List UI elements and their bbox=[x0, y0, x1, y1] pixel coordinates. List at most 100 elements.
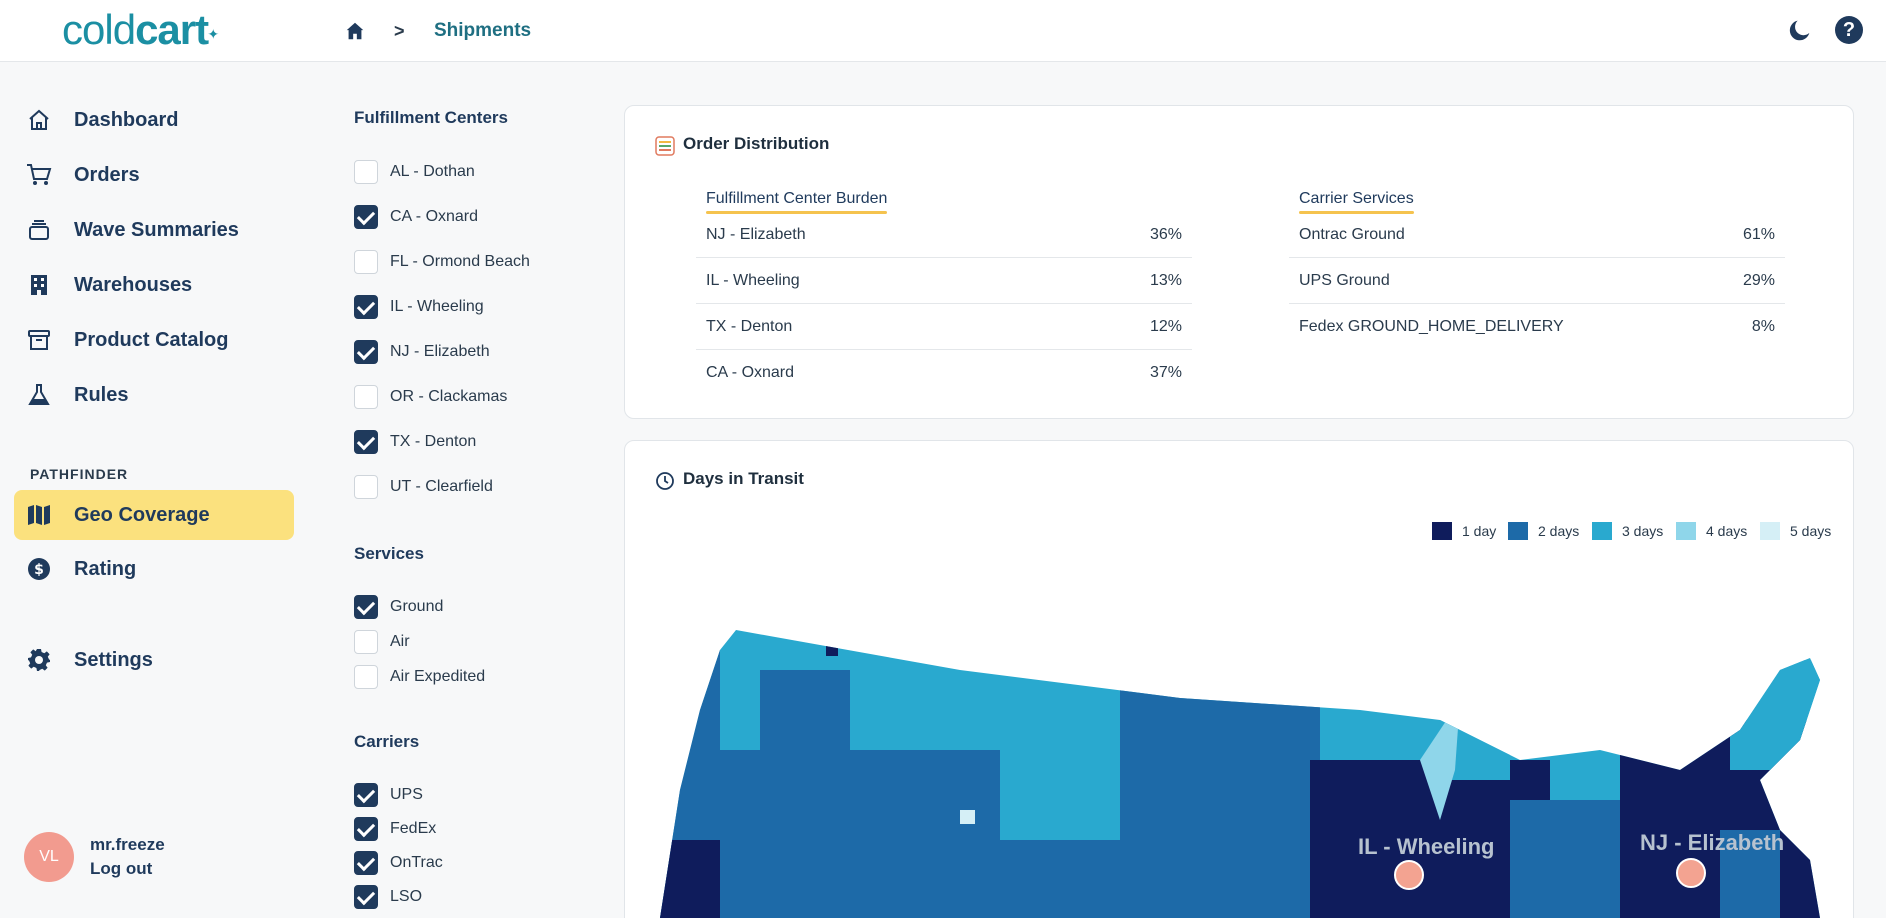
checkbox-label: AL - Dothan bbox=[390, 163, 475, 180]
checkbox[interactable] bbox=[354, 475, 378, 499]
svg-text:$: $ bbox=[34, 562, 44, 578]
top-bar: coldcart ✦ > Shipments ? bbox=[0, 0, 1886, 62]
burden-value: 37% bbox=[1149, 364, 1182, 381]
carrier-checkbox-fedex[interactable]: FedEx bbox=[354, 815, 436, 843]
burden-name: NJ - Elizabeth bbox=[706, 225, 806, 243]
legend-4-days: 4 days bbox=[1676, 522, 1747, 540]
checkbox[interactable] bbox=[354, 665, 378, 689]
sidebar-item-orders[interactable]: Orders bbox=[14, 151, 294, 199]
sidebar-item-warehouses[interactable]: Warehouses bbox=[14, 261, 294, 309]
fc-checkbox-nj-elizabeth[interactable]: NJ - Elizabeth bbox=[354, 338, 490, 366]
dollar-icon: $ bbox=[14, 557, 64, 581]
sidebar-item-dashboard[interactable]: Dashboard bbox=[14, 96, 294, 144]
checkbox[interactable] bbox=[354, 595, 378, 619]
user-name: mr.freeze bbox=[90, 835, 165, 854]
fc-checkbox-al-dothan[interactable]: AL - Dothan bbox=[354, 158, 475, 186]
checkbox[interactable] bbox=[354, 851, 378, 875]
breadcrumb-separator: > bbox=[394, 20, 405, 41]
sidebar-item-rules[interactable]: Rules bbox=[14, 371, 294, 419]
logout-link[interactable]: Log out bbox=[90, 859, 165, 879]
sidebar-item-product-catalog[interactable]: Product Catalog bbox=[14, 316, 294, 364]
service-checkbox-ground[interactable]: Ground bbox=[354, 593, 443, 621]
carrier-value: 8% bbox=[1751, 318, 1775, 335]
list-icon bbox=[655, 136, 675, 156]
sidebar-item-label: Orders bbox=[74, 163, 140, 186]
order-distribution-card: Order Distribution Fulfillment Center Bu… bbox=[624, 105, 1854, 419]
clock-icon bbox=[655, 471, 675, 491]
table-row: IL - Wheeling 13% bbox=[696, 258, 1192, 304]
sidebar-item-rating[interactable]: $ Rating bbox=[14, 545, 294, 593]
fulfillment-centers-title: Fulfillment Centers bbox=[354, 108, 508, 127]
checkbox[interactable] bbox=[354, 885, 378, 909]
checkbox-label: CA - Oxnard bbox=[390, 208, 479, 225]
logo[interactable]: coldcart ✦ bbox=[62, 6, 219, 54]
legend-swatch bbox=[1676, 522, 1696, 540]
avatar[interactable]: VL bbox=[24, 832, 74, 882]
services-title: Services bbox=[354, 544, 424, 563]
map-icon bbox=[14, 504, 64, 526]
sidebar-item-wave-summaries[interactable]: Wave Summaries bbox=[14, 206, 294, 254]
logo-text-cart: cart bbox=[135, 6, 209, 53]
home-icon bbox=[14, 108, 64, 132]
map-marker-nj-elizabeth[interactable] bbox=[1676, 858, 1706, 888]
sidebar-item-settings[interactable]: Settings bbox=[14, 636, 294, 684]
checkbox[interactable] bbox=[354, 430, 378, 454]
carrier-checkbox-ups[interactable]: UPS bbox=[354, 781, 423, 809]
archive-icon bbox=[14, 328, 64, 352]
service-checkbox-air[interactable]: Air bbox=[354, 628, 410, 656]
legend-1-day: 1 day bbox=[1432, 522, 1496, 540]
legend-label: 3 days bbox=[1622, 523, 1664, 539]
transit-map[interactable]: IL - Wheeling NJ - Elizabeth bbox=[660, 610, 1840, 918]
checkbox[interactable] bbox=[354, 385, 378, 409]
sidebar-item-label: Rating bbox=[74, 557, 137, 580]
checkbox[interactable] bbox=[354, 205, 378, 229]
checkbox[interactable] bbox=[354, 340, 378, 364]
pathfinder-section-label: PATHFINDER bbox=[30, 466, 129, 482]
building-icon bbox=[14, 273, 64, 297]
service-checkbox-air-expedited[interactable]: Air Expedited bbox=[354, 663, 485, 691]
carrier-value: 61% bbox=[1742, 225, 1775, 243]
checkbox[interactable] bbox=[354, 817, 378, 841]
checkbox-label: Air bbox=[390, 633, 410, 650]
flask-icon bbox=[14, 383, 64, 407]
checkbox-label: TX - Denton bbox=[390, 433, 477, 450]
breadcrumb-current: Shipments bbox=[434, 20, 532, 41]
fc-checkbox-ca-oxnard[interactable]: CA - Oxnard bbox=[354, 203, 478, 231]
legend-swatch bbox=[1508, 522, 1528, 540]
dark-mode-moon-icon[interactable] bbox=[1786, 16, 1814, 44]
checkbox[interactable] bbox=[354, 250, 378, 274]
carrier-checkbox-ontrac[interactable]: OnTrac bbox=[354, 849, 443, 877]
sidebar-item-geo-coverage[interactable]: Geo Coverage bbox=[14, 490, 294, 540]
sidebar: Dashboard Orders Wave Summaries Warehous… bbox=[0, 62, 310, 918]
checkbox-label: OnTrac bbox=[390, 854, 443, 871]
fc-checkbox-tx-denton[interactable]: TX - Denton bbox=[354, 428, 476, 456]
us-map-svg bbox=[660, 630, 1820, 918]
checkbox-label: FL - Ormond Beach bbox=[390, 253, 530, 270]
checkbox[interactable] bbox=[354, 630, 378, 654]
carrier-name: UPS Ground bbox=[1299, 271, 1390, 289]
help-icon[interactable]: ? bbox=[1835, 16, 1863, 44]
carrier-checkbox-lso[interactable]: LSO bbox=[354, 883, 422, 911]
legend-label: 2 days bbox=[1538, 523, 1580, 539]
checkbox[interactable] bbox=[354, 160, 378, 184]
fc-checkbox-il-wheeling[interactable]: IL - Wheeling bbox=[354, 293, 484, 321]
checkbox-label: FedEx bbox=[390, 820, 437, 837]
legend-5-days: 5 days bbox=[1760, 522, 1831, 540]
checkbox[interactable] bbox=[354, 295, 378, 319]
map-marker-il-wheeling[interactable] bbox=[1394, 860, 1424, 890]
table-row: CA - Oxnard 37% bbox=[696, 350, 1192, 396]
layers-icon bbox=[14, 218, 64, 242]
fc-checkbox-or-clackamas[interactable]: OR - Clackamas bbox=[354, 383, 507, 411]
checkbox-label: OR - Clackamas bbox=[390, 388, 508, 405]
burden-value: 12% bbox=[1149, 317, 1182, 335]
legend-swatch bbox=[1760, 522, 1780, 540]
fc-checkbox-ut-clearfield[interactable]: UT - Clearfield bbox=[354, 473, 493, 501]
sidebar-item-label: Warehouses bbox=[74, 273, 193, 296]
breadcrumb-home-icon[interactable] bbox=[344, 18, 370, 44]
burden-name: CA - Oxnard bbox=[706, 364, 795, 381]
days-in-transit-title: Days in Transit bbox=[683, 469, 804, 488]
checkbox[interactable] bbox=[354, 783, 378, 807]
burden-name: TX - Denton bbox=[706, 317, 793, 335]
fc-checkbox-fl-ormond-beach[interactable]: FL - Ormond Beach bbox=[354, 248, 530, 276]
carrier-value: 29% bbox=[1742, 271, 1775, 289]
